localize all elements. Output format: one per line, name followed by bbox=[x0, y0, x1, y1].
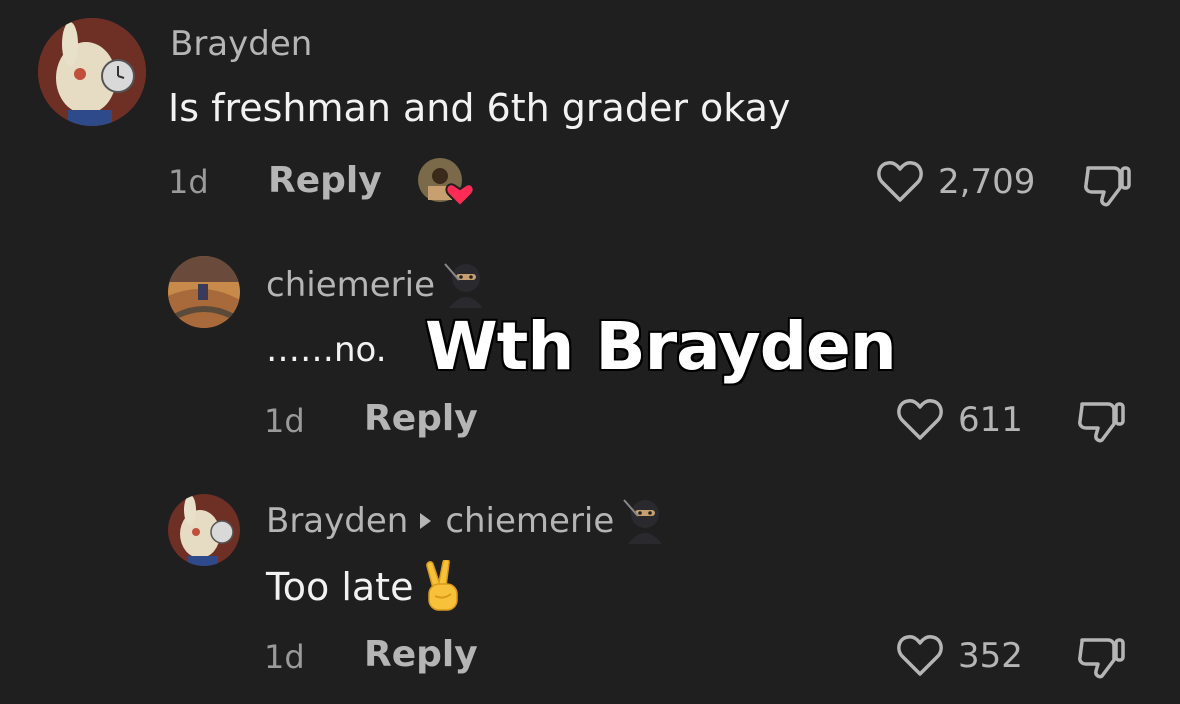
avatar-chiemerie[interactable] bbox=[168, 256, 240, 328]
comment-author[interactable]: chiemerie bbox=[266, 265, 435, 305]
creator-liked-avatar bbox=[418, 158, 475, 208]
heart-outline-icon[interactable] bbox=[896, 398, 944, 442]
comment-time: 1d bbox=[264, 402, 305, 440]
comment-time: 1d bbox=[168, 163, 209, 201]
thumbs-down-icon[interactable] bbox=[1076, 634, 1126, 680]
like-count: 611 bbox=[958, 400, 1023, 440]
heart-outline-icon[interactable] bbox=[876, 160, 924, 204]
avatar-brayden[interactable] bbox=[168, 494, 240, 566]
reply-button[interactable]: Reply bbox=[364, 634, 478, 675]
comments-screen: Brayden Is freshman and 6th grader okay … bbox=[0, 0, 1180, 704]
comment-text: Is freshman and 6th grader okay bbox=[168, 86, 791, 130]
comment-time: 1d bbox=[264, 638, 305, 676]
comment-text-row: Too late bbox=[266, 560, 467, 614]
ninja-emoji-icon bbox=[623, 499, 663, 544]
like-count: 352 bbox=[958, 636, 1023, 676]
like-group: 352 bbox=[896, 634, 1023, 678]
heart-outline-icon[interactable] bbox=[896, 634, 944, 678]
reply-button[interactable]: Reply bbox=[364, 398, 478, 439]
thumbs-down-icon[interactable] bbox=[1076, 398, 1126, 444]
victory-hand-emoji-icon bbox=[426, 560, 459, 611]
comment-text: Too late bbox=[266, 565, 414, 609]
like-group: 2,709 bbox=[876, 160, 1035, 204]
ninja-emoji-icon bbox=[444, 263, 483, 308]
comment-author[interactable]: Brayden bbox=[266, 501, 408, 541]
like-group: 611 bbox=[896, 398, 1023, 442]
avatar-brayden[interactable] bbox=[38, 18, 146, 126]
comment-author[interactable]: Brayden bbox=[170, 24, 312, 64]
comment-text: ……no. bbox=[266, 330, 387, 370]
comment-author-row: Brayden bbox=[170, 24, 312, 64]
thumbs-down-icon[interactable] bbox=[1082, 162, 1132, 208]
comment-author-row: Brayden chiemerie bbox=[266, 498, 668, 544]
reply-button[interactable]: Reply bbox=[268, 160, 382, 201]
like-count: 2,709 bbox=[938, 162, 1036, 202]
replying-to-author[interactable]: chiemerie bbox=[445, 501, 614, 541]
overlay-caption: Wth Brayden bbox=[424, 307, 899, 387]
comment-author-row: chiemerie bbox=[266, 262, 489, 308]
reply-arrow-icon bbox=[420, 513, 432, 529]
